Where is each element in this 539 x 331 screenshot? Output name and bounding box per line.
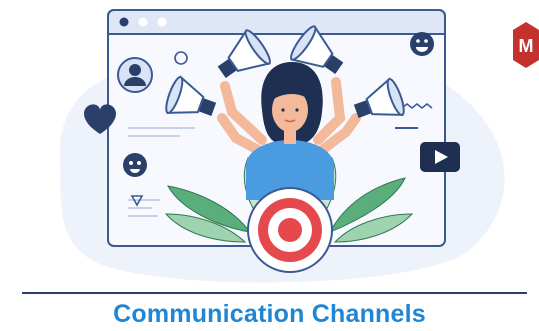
window-dot-1 (119, 17, 129, 27)
caption-title: Communication Channels (113, 300, 426, 328)
smiley-icon (410, 32, 434, 56)
communication-illustration: M (59, 9, 539, 283)
user-avatar-icon (117, 57, 153, 93)
caption-divider (22, 292, 527, 294)
brand-logo-icon: M (513, 22, 539, 68)
emoji-icon (123, 153, 147, 177)
video-play-icon (420, 142, 460, 172)
window-dot-3 (157, 17, 167, 27)
window-dot-2 (138, 17, 148, 27)
brand-logo-letter: M (519, 36, 534, 56)
target-icon (247, 187, 333, 273)
